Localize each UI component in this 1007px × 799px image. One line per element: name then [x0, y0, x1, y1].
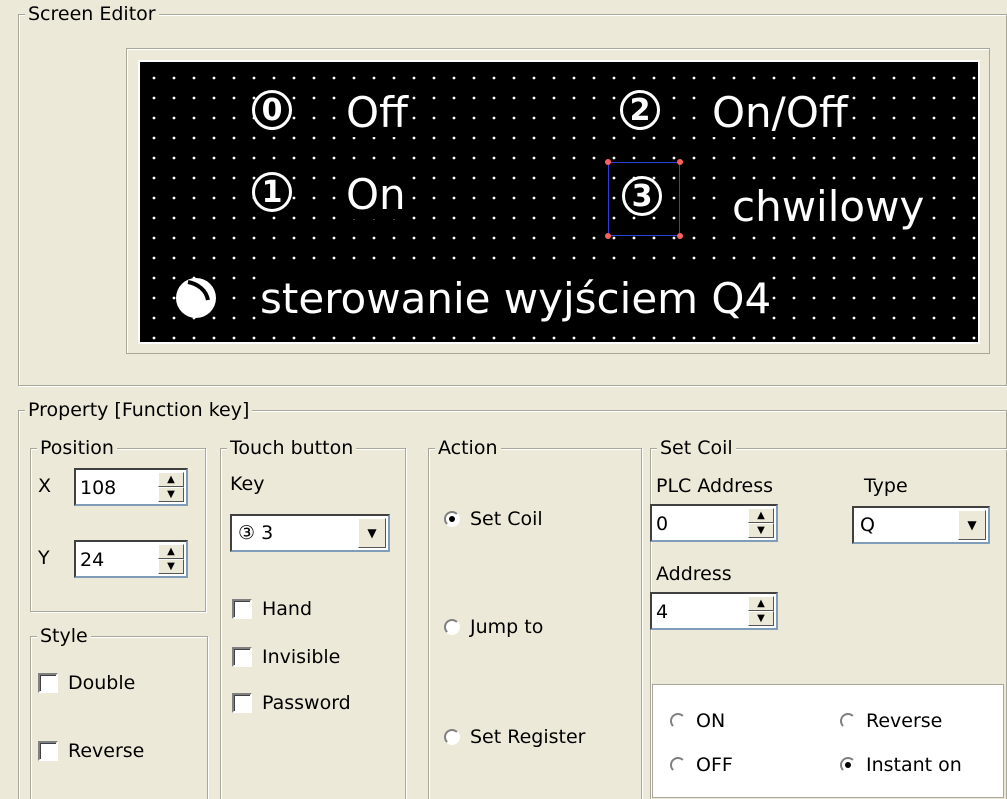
key0-number: 0	[261, 92, 283, 128]
type-label: Type	[864, 475, 908, 497]
y-value: 24	[80, 549, 105, 571]
type-chevron-down-icon[interactable]: ▼	[958, 510, 986, 540]
mode-off-radio[interactable]: OFF	[670, 754, 733, 776]
action-set-coil-label: Set Coil	[470, 508, 543, 530]
selection-handle-tl[interactable]	[605, 159, 611, 165]
key1-number: 1	[261, 174, 283, 210]
action-jump-to-label: Jump to	[470, 616, 544, 638]
type-dropdown[interactable]: Q ▼	[852, 506, 990, 544]
hand-label: Hand	[262, 598, 313, 620]
address-up-arrow-icon[interactable]: ▲	[748, 596, 774, 611]
plc-address-spinner-buttons[interactable]: ▲ ▼	[748, 508, 774, 538]
x-spinner-buttons[interactable]: ▲ ▼	[158, 472, 184, 502]
address-value: 4	[656, 601, 669, 623]
y-up-arrow-icon[interactable]: ▲	[158, 544, 184, 559]
mode-off-dot[interactable]	[670, 757, 686, 773]
x-down-arrow-icon[interactable]: ▼	[158, 487, 184, 502]
mode-on-radio[interactable]: ON	[670, 710, 725, 732]
coil-mode-panel	[652, 684, 1004, 798]
action-set-register-dot[interactable]	[444, 729, 460, 745]
password-checkbox[interactable]: Password	[232, 692, 351, 714]
style-group: Style	[30, 624, 208, 799]
type-value: Q	[860, 514, 875, 536]
key2-number: 2	[629, 92, 651, 128]
plc-address-label: PLC Address	[656, 475, 774, 497]
action-set-register-radio[interactable]: Set Register	[444, 726, 585, 748]
address-down-arrow-icon[interactable]: ▼	[748, 611, 774, 626]
key3-badge[interactable]: 3	[622, 176, 662, 216]
y-label: Y	[38, 547, 50, 569]
action-title: Action	[435, 436, 501, 460]
screen-editor-title: Screen Editor	[25, 2, 159, 26]
address-label: Address	[656, 563, 732, 585]
chevron-down-icon[interactable]: ▼	[358, 518, 386, 548]
knob-icon	[176, 278, 216, 318]
reverse-checkbox-box[interactable]	[38, 741, 58, 761]
set-coil-title: Set Coil	[657, 436, 736, 460]
x-up-arrow-icon[interactable]: ▲	[158, 472, 184, 487]
plc-address-up-arrow-icon[interactable]: ▲	[748, 508, 774, 523]
action-set-coil-radio[interactable]: Set Coil	[444, 508, 543, 530]
key3-number: 3	[631, 178, 653, 214]
key0-label: Off	[346, 88, 408, 137]
key2-badge[interactable]: 2	[620, 90, 660, 130]
mode-instant-on-dot[interactable]	[840, 757, 856, 773]
y-down-arrow-icon[interactable]: ▼	[158, 559, 184, 574]
touch-button-title: Touch button	[227, 436, 357, 460]
key1-badge[interactable]: 1	[252, 172, 292, 212]
double-label: Double	[68, 672, 136, 694]
plc-address-value: 0	[656, 513, 669, 535]
selection-handle-bl[interactable]	[605, 233, 611, 239]
invisible-label: Invisible	[262, 646, 341, 668]
y-spinner[interactable]: 24 ▲ ▼	[74, 540, 188, 578]
key3-label: chwilowy	[732, 182, 925, 231]
action-jump-to-dot[interactable]	[444, 619, 460, 635]
address-spinner-buttons[interactable]: ▲ ▼	[748, 596, 774, 626]
mode-off-label: OFF	[696, 754, 733, 776]
lcd-screen[interactable]: 0 Off 2 On/Off 1 On 3 chwilowy sterowani…	[138, 60, 980, 344]
y-spinner-buttons[interactable]: ▲ ▼	[158, 544, 184, 574]
double-checkbox-box[interactable]	[38, 673, 58, 693]
position-title: Position	[37, 436, 117, 460]
mode-on-dot[interactable]	[670, 713, 686, 729]
key2-label: On/Off	[712, 88, 848, 137]
hand-checkbox-box[interactable]	[232, 599, 252, 619]
invisible-checkbox-box[interactable]	[232, 647, 252, 667]
mode-reverse-radio[interactable]: Reverse	[840, 710, 942, 732]
mode-on-label: ON	[696, 710, 726, 732]
action-set-register-label: Set Register	[470, 726, 586, 748]
invisible-checkbox[interactable]: Invisible	[232, 646, 340, 668]
selection-handle-br[interactable]	[677, 233, 683, 239]
key1-label: On	[346, 170, 406, 219]
hand-checkbox[interactable]: Hand	[232, 598, 312, 620]
key-label: Key	[230, 473, 265, 495]
address-spinner[interactable]: 4 ▲ ▼	[650, 592, 778, 630]
mode-instant-on-radio[interactable]: Instant on	[840, 754, 962, 776]
property-title: Property [Function key]	[25, 398, 253, 422]
x-value: 108	[80, 477, 117, 499]
mode-reverse-dot[interactable]	[840, 713, 856, 729]
action-jump-to-radio[interactable]: Jump to	[444, 616, 543, 638]
selection-handle-tr[interactable]	[677, 159, 683, 165]
reverse-checkbox[interactable]: Reverse	[38, 740, 144, 762]
footer-text: sterowanie wyjściem Q4	[260, 274, 772, 323]
password-checkbox-box[interactable]	[232, 693, 252, 713]
plc-address-spinner[interactable]: 0 ▲ ▼	[650, 504, 778, 542]
action-set-coil-dot[interactable]	[444, 511, 460, 527]
x-label: X	[38, 475, 52, 497]
double-checkbox[interactable]: Double	[38, 672, 135, 694]
style-title: Style	[37, 624, 91, 648]
key-dropdown[interactable]: ③ 3 ▼	[230, 514, 390, 552]
x-spinner[interactable]: 108 ▲ ▼	[74, 468, 188, 506]
touch-button-group: Touch button	[220, 436, 406, 799]
plc-address-down-arrow-icon[interactable]: ▼	[748, 523, 774, 538]
mode-reverse-label: Reverse	[866, 710, 943, 732]
reverse-label: Reverse	[68, 740, 145, 762]
key0-badge[interactable]: 0	[252, 90, 292, 130]
mode-instant-on-label: Instant on	[866, 754, 962, 776]
key-value: ③ 3	[238, 522, 274, 544]
password-label: Password	[262, 692, 351, 714]
